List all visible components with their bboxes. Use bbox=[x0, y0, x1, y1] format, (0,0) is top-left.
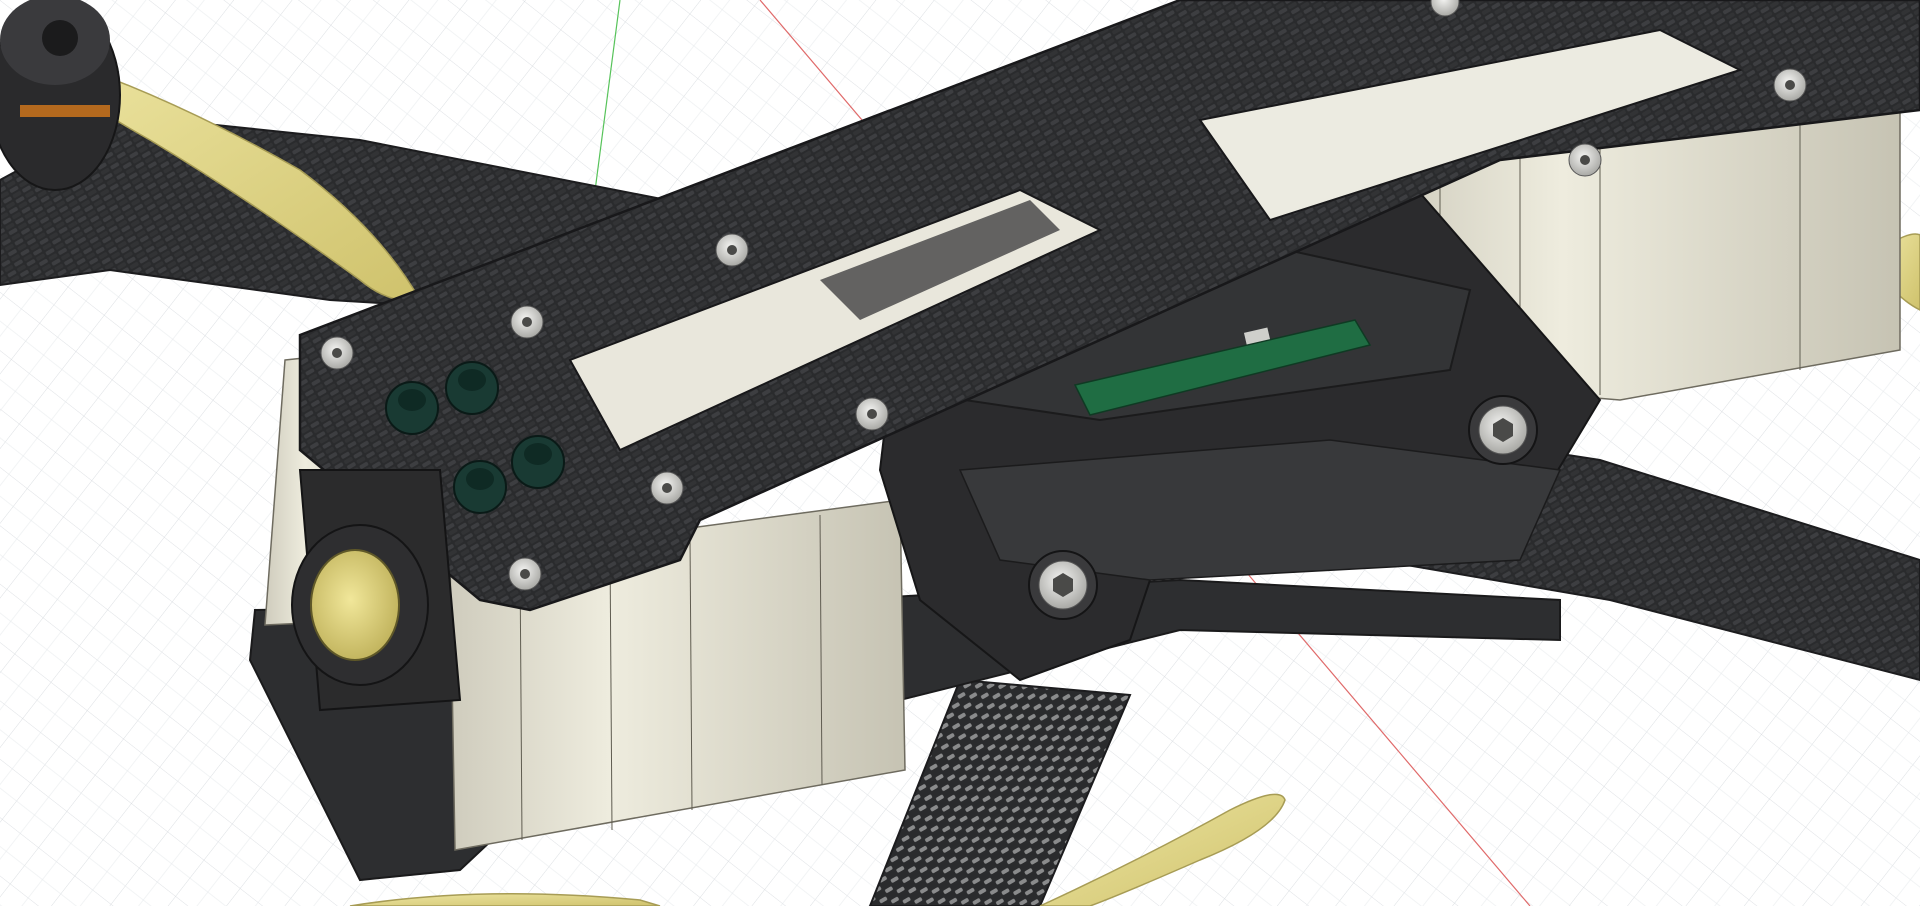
button-head-screw bbox=[650, 471, 684, 505]
button-head-screw bbox=[508, 557, 542, 591]
camera-mount-nut bbox=[385, 381, 439, 435]
button-head-screw bbox=[855, 397, 889, 431]
motor[interactable] bbox=[0, 0, 121, 191]
socket-head-screw bbox=[1468, 395, 1538, 465]
cad-3d-viewport[interactable] bbox=[0, 0, 1920, 906]
button-head-screw bbox=[510, 305, 544, 339]
fpv-camera[interactable] bbox=[291, 469, 462, 712]
socket-head-screw bbox=[1028, 550, 1098, 620]
button-head-screw bbox=[1568, 143, 1602, 177]
button-head-screw bbox=[320, 336, 354, 370]
camera-mount-nut bbox=[511, 435, 565, 489]
camera-lens bbox=[310, 549, 400, 661]
button-head-screw bbox=[715, 233, 749, 267]
button-head-screw bbox=[1773, 68, 1807, 102]
camera-mount-nut bbox=[453, 460, 507, 514]
camera-mount-nut bbox=[445, 361, 499, 415]
